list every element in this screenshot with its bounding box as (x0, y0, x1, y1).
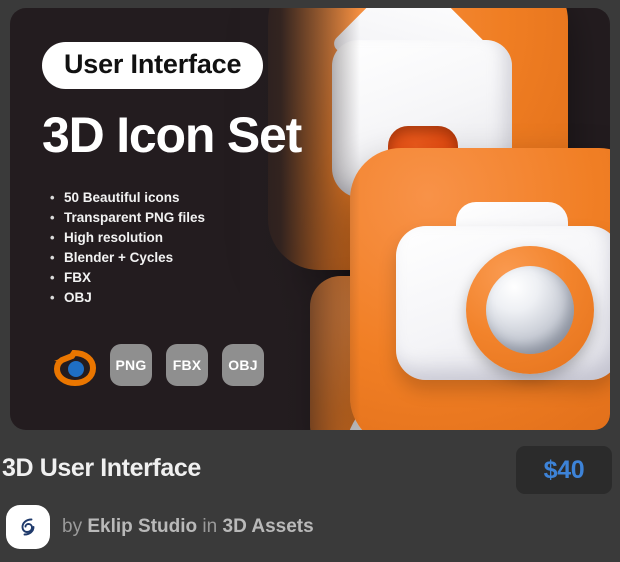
price-badge[interactable]: $40 (516, 446, 612, 494)
avatar[interactable] (6, 505, 50, 549)
in-label: in (202, 516, 218, 537)
format-row: PNG FBX OBJ (50, 344, 264, 387)
eklip-logo-icon (21, 518, 35, 536)
category-pill: User Interface (42, 42, 264, 89)
feature-list: 50 Beautiful icons Transparent PNG files… (50, 188, 205, 308)
category-link[interactable]: 3D Assets (223, 516, 314, 537)
list-item: FBX (50, 268, 205, 288)
page-title[interactable]: 3D User Interface (2, 454, 201, 483)
byline-text: by Eklip Studio in 3D Assets (62, 516, 314, 538)
camera-lens-glass (486, 266, 574, 354)
format-badge-png: PNG (110, 344, 152, 386)
preview-copy: User Interface 3D Icon Set 50 Beautiful … (42, 8, 352, 430)
format-badge-obj: OBJ (222, 344, 264, 386)
camera-icon (350, 148, 610, 430)
list-item: Blender + Cycles (50, 248, 205, 268)
camera-lens-ring (466, 246, 594, 374)
product-card-page: User Interface 3D Icon Set 50 Beautiful … (0, 0, 620, 562)
author-link[interactable]: Eklip Studio (87, 516, 197, 537)
blender-logo-icon (50, 344, 97, 387)
list-item: High resolution (50, 228, 205, 248)
breadcrumb: by Eklip Studio in 3D Assets (6, 505, 314, 549)
by-label: by (62, 516, 83, 537)
product-footer: 3D User Interface $40 by Eklip Studio in… (0, 430, 620, 562)
format-badge-fbx: FBX (166, 344, 208, 386)
list-item: 50 Beautiful icons (50, 188, 205, 208)
list-item: OBJ (50, 288, 205, 308)
product-preview-card[interactable]: User Interface 3D Icon Set 50 Beautiful … (10, 8, 610, 430)
list-item: Transparent PNG files (50, 208, 205, 228)
preview-headline: 3D Icon Set (42, 107, 302, 163)
